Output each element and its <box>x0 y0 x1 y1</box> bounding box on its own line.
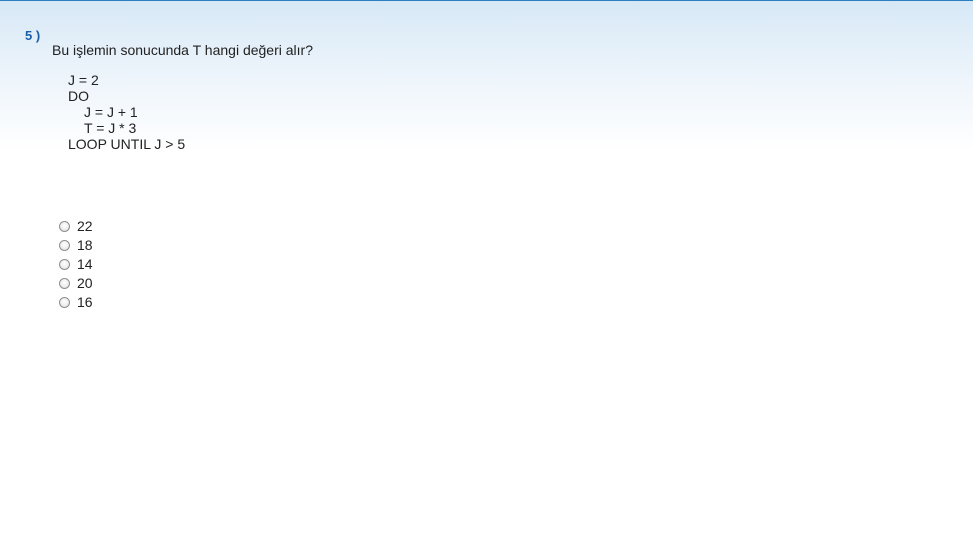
answer-option-a[interactable]: 22 <box>58 216 93 235</box>
code-line: T = J * 3 <box>84 120 137 136</box>
code-line: J = 2 <box>68 72 99 88</box>
quiz-page: 5 ) Bu işlemin sonucunda T hangi değeri … <box>0 0 973 546</box>
radio-button[interactable] <box>59 297 70 308</box>
code-line: LOOP UNTIL J > 5 <box>68 136 186 152</box>
option-label: 14 <box>77 255 93 272</box>
answer-option-b[interactable]: 18 <box>58 235 93 254</box>
radio-button[interactable] <box>59 240 70 251</box>
question-text: Bu işlemin sonucunda T hangi değeri alır… <box>52 42 313 58</box>
radio-button[interactable] <box>59 259 70 270</box>
option-label: 18 <box>77 236 93 253</box>
code-line: DO <box>68 88 89 104</box>
code-block: J = 2 DO J = J + 1 T = J * 3 LOOP UNTIL … <box>68 72 185 152</box>
option-label: 20 <box>77 274 93 291</box>
code-line: J = J + 1 <box>84 104 138 120</box>
answer-option-e[interactable]: 16 <box>58 292 93 311</box>
radio-button[interactable] <box>59 278 70 289</box>
radio-button[interactable] <box>59 221 70 232</box>
answer-options: 22 18 14 20 16 <box>58 216 93 311</box>
answer-option-c[interactable]: 14 <box>58 254 93 273</box>
option-label: 22 <box>77 217 93 234</box>
option-label: 16 <box>77 293 93 310</box>
answer-option-d[interactable]: 20 <box>58 273 93 292</box>
question-number: 5 ) <box>25 28 41 43</box>
